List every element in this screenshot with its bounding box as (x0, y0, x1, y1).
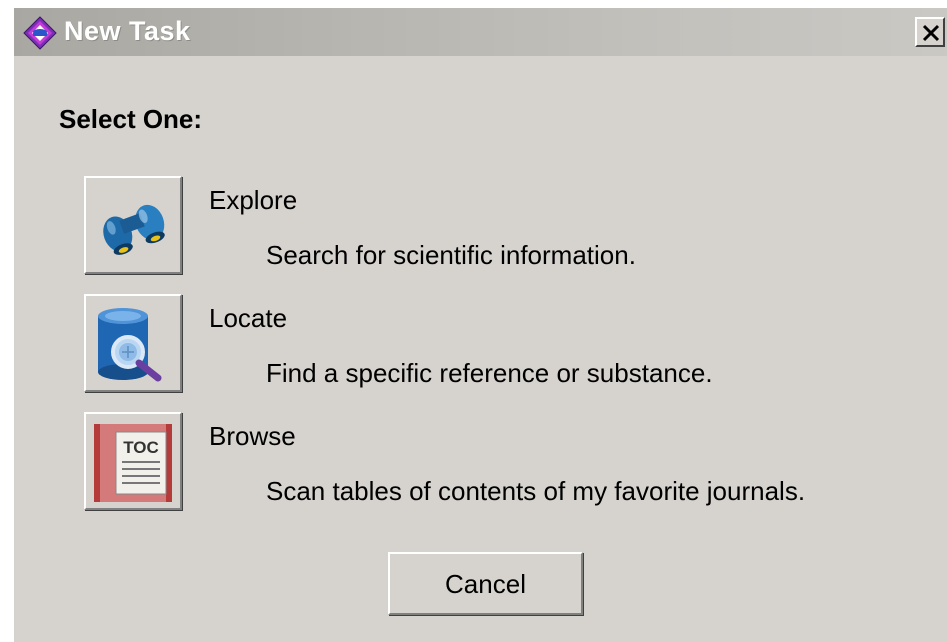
title-bar[interactable]: New Task (14, 8, 947, 56)
browse-description: Scan tables of contents of my favorite j… (266, 476, 806, 506)
cancel-button[interactable]: Cancel (388, 552, 583, 615)
explore-label: Explore (209, 185, 298, 215)
new-task-dialog: New Task Select One: Explore Search for … (14, 8, 947, 642)
browse-label: Browse (209, 421, 296, 451)
app-logo-icon (22, 15, 58, 51)
locate-button[interactable] (84, 294, 182, 392)
window-title: New Task (64, 16, 191, 46)
locate-description: Find a specific reference or substance. (266, 358, 713, 388)
toc-icon-text: TOC (123, 438, 159, 457)
locate-label: Locate (209, 303, 288, 333)
explore-button[interactable] (84, 176, 182, 274)
explore-description: Search for scientific information. (266, 240, 636, 270)
select-one-label: Select One: (59, 104, 203, 134)
close-button[interactable] (915, 17, 945, 47)
browse-button[interactable]: TOC (84, 412, 182, 510)
